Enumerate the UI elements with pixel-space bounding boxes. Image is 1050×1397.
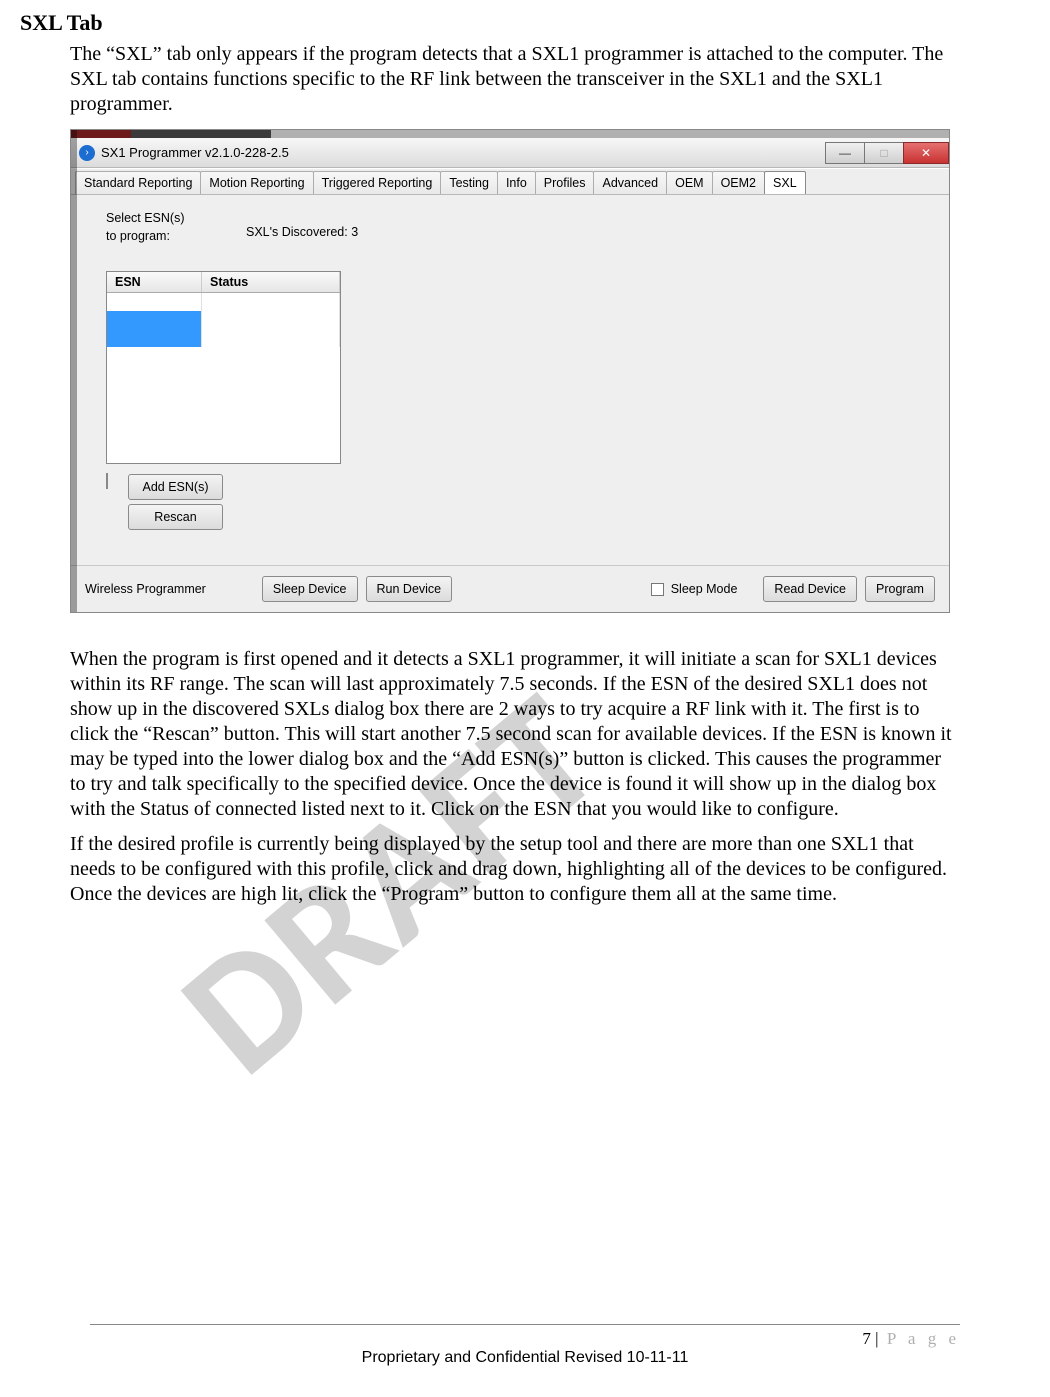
cell-esn [107,293,202,311]
tab-oem2[interactable]: OEM2 [712,171,765,194]
tab-standard-reporting[interactable]: Standard Reporting [75,171,201,194]
esn-table[interactable]: ESN Status [106,271,341,464]
program-button[interactable]: Program [865,576,935,602]
column-header-esn[interactable]: ESN [107,272,202,292]
tab-profiles[interactable]: Profiles [535,171,595,194]
table-row[interactable] [107,311,340,329]
tab-content-sxl: Select ESN(s) to program: SXL's Discover… [71,195,949,565]
cell-status [202,329,340,347]
window-left-shadow [71,130,77,612]
desktop-background-strip [71,130,949,138]
select-esn-label-line1: Select ESN(s) [106,211,185,225]
sleep-mode-checkbox-wrap[interactable]: Sleep Mode [651,582,737,596]
page-footer: 7 | P a g e Proprietary and Confidential… [90,1324,960,1367]
intro-paragraph: The “SXL” tab only appears if the progra… [70,42,960,117]
esn-table-body[interactable] [107,293,340,463]
tab-triggered-reporting[interactable]: Triggered Reporting [313,171,442,194]
window-titlebar: › SX1 Programmer v2.1.0-228-2.5 — □ ✕ [71,138,949,168]
section-heading: SXL Tab [20,10,970,36]
page-word: P a g e [887,1329,960,1348]
page-separator: | [875,1329,878,1348]
bottom-toolbar: Wireless Programmer Sleep Device Run Dev… [71,565,949,612]
tab-motion-reporting[interactable]: Motion Reporting [200,171,313,194]
maximize-button[interactable]: □ [864,142,904,164]
tab-testing[interactable]: Testing [440,171,498,194]
app-window-screenshot: › SX1 Programmer v2.1.0-228-2.5 — □ ✕ St… [70,129,950,613]
esn-input[interactable] [106,473,108,489]
table-row[interactable] [107,293,340,311]
tab-bar: Standard Reporting Motion Reporting Trig… [71,168,949,195]
window-title: SX1 Programmer v2.1.0-228-2.5 [101,145,289,160]
paragraph-multi-program: If the desired profile is currently bein… [70,832,960,907]
page-number: 7 | P a g e [862,1329,960,1349]
run-device-button[interactable]: Run Device [366,576,453,602]
table-row[interactable] [107,329,340,347]
add-esn-button[interactable]: Add ESN(s) [128,474,223,500]
wireless-programmer-label: Wireless Programmer [85,582,206,596]
esn-table-header: ESN Status [107,272,340,293]
app-icon: › [79,145,95,161]
read-device-button[interactable]: Read Device [763,576,857,602]
minimize-button[interactable]: — [825,142,865,164]
tab-advanced[interactable]: Advanced [593,171,667,194]
select-esn-label-line2: to program: [106,229,170,243]
discovered-count-label: SXL's Discovered: 3 [246,225,358,239]
tab-sxl[interactable]: SXL [764,171,806,194]
cell-esn [107,311,202,329]
rescan-button[interactable]: Rescan [128,504,223,530]
footer-proprietary-line: Proprietary and Confidential Revised 10-… [90,1349,960,1367]
close-button[interactable]: ✕ [903,142,949,164]
column-header-status[interactable]: Status [202,272,340,292]
tab-info[interactable]: Info [497,171,536,194]
cell-esn [107,329,202,347]
paragraph-scan-instructions: When the program is first opened and it … [70,647,960,822]
sleep-mode-label: Sleep Mode [671,582,738,596]
page-number-value: 7 [862,1329,871,1348]
sleep-device-button[interactable]: Sleep Device [262,576,358,602]
tab-oem[interactable]: OEM [666,171,712,194]
cell-status [202,293,340,311]
sleep-mode-checkbox[interactable] [651,583,664,596]
cell-status [202,311,340,329]
